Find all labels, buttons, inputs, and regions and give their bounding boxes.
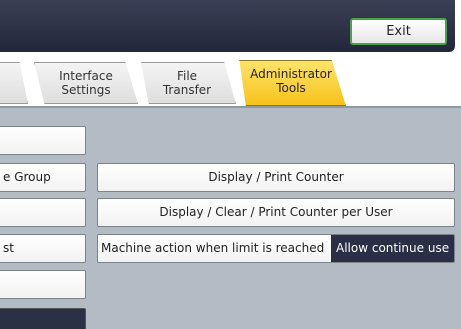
exit-button[interactable]: Exit <box>350 18 447 45</box>
tab-administrator-tools[interactable]: Administrator Tools <box>239 60 346 106</box>
machine-action-setting[interactable]: Machine action when limit is reached All… <box>97 234 455 263</box>
left-setting-button-6[interactable] <box>0 308 86 329</box>
display-print-counter-button[interactable]: Display / Print Counter <box>97 163 455 192</box>
tab-label-line2: Settings <box>61 83 111 97</box>
left-setting-button-5[interactable] <box>0 270 86 299</box>
tab-label-line2: Transfer <box>162 83 212 97</box>
left-setting-button-3[interactable] <box>0 198 86 227</box>
machine-action-label: Machine action when limit is reached <box>98 235 331 262</box>
tab-label-line1: Interface <box>59 69 113 83</box>
tab-label-line1: Administrator <box>250 67 332 81</box>
display-clear-print-counter-per-user-button[interactable]: Display / Clear / Print Counter per User <box>97 198 455 227</box>
header-bar: Exit <box>0 0 455 52</box>
tab-label-line1: File <box>176 69 198 83</box>
tab-bar: Interface Settings File Transfer Adminis… <box>0 52 455 110</box>
tab-file-transfer[interactable]: File Transfer <box>140 62 236 104</box>
tab-previous[interactable] <box>0 62 28 104</box>
left-setting-button-2[interactable]: e Group <box>0 163 86 192</box>
screen: Exit Interface Settings File Transfer Ad… <box>0 0 461 329</box>
left-setting-button-1[interactable] <box>0 126 86 155</box>
left-setting-button-4[interactable]: st <box>0 234 86 263</box>
tab-interface-settings[interactable]: Interface Settings <box>34 62 138 104</box>
tab-label-line2: Tools <box>276 81 306 95</box>
machine-action-value: Allow continue use <box>331 235 454 262</box>
